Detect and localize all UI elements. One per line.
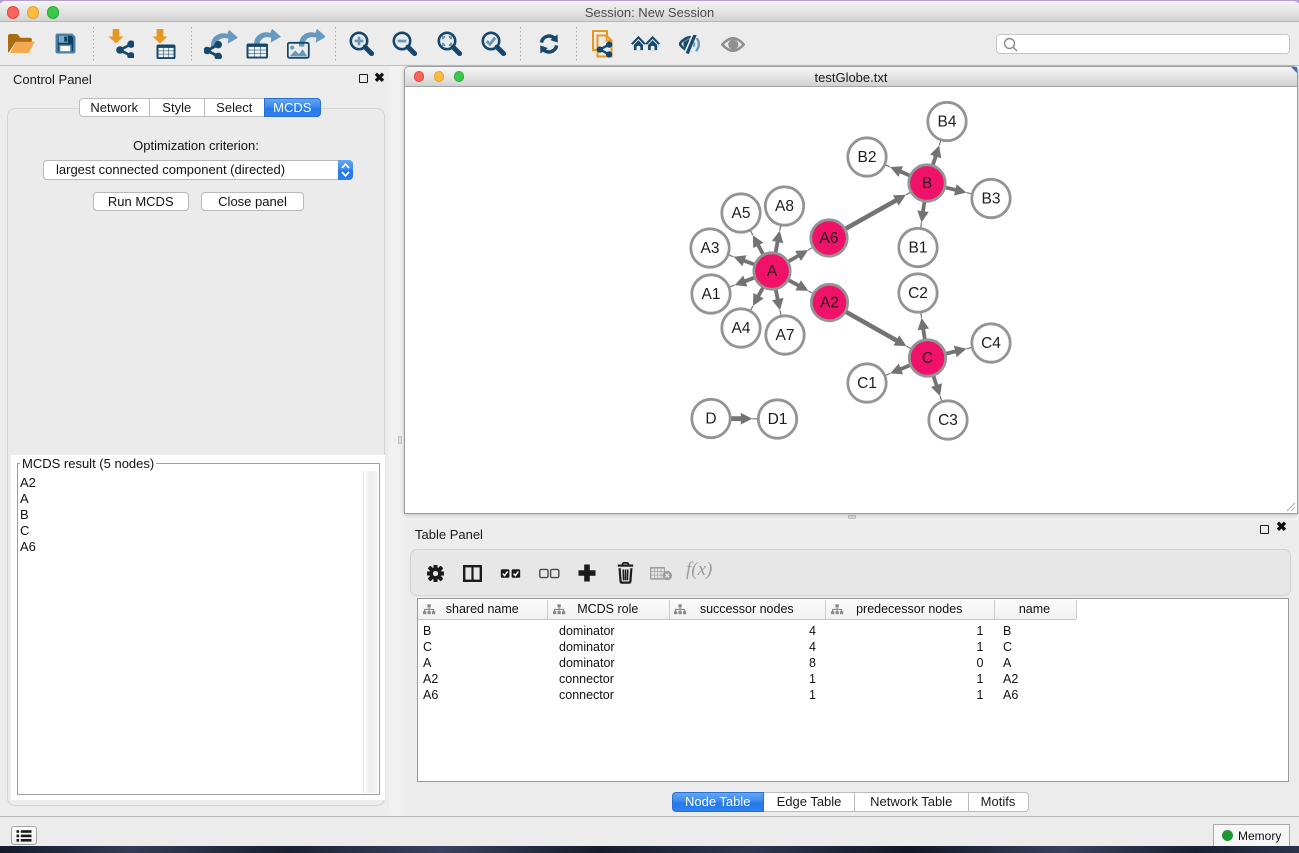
svg-text:D: D <box>705 411 716 428</box>
svg-text:A6: A6 <box>820 230 839 247</box>
svg-text:A2: A2 <box>820 295 839 312</box>
svg-text:C: C <box>922 350 933 367</box>
svg-text:A1: A1 <box>702 286 721 303</box>
svg-text:D1: D1 <box>768 411 788 428</box>
svg-text:C2: C2 <box>908 285 928 302</box>
svg-text:A: A <box>767 263 778 280</box>
svg-text:A8: A8 <box>775 198 794 215</box>
svg-text:C1: C1 <box>857 375 877 392</box>
svg-text:B1: B1 <box>909 240 928 257</box>
svg-text:C3: C3 <box>938 412 958 429</box>
svg-text:A5: A5 <box>732 205 751 222</box>
svg-text:A7: A7 <box>776 327 795 344</box>
svg-text:A4: A4 <box>732 320 751 337</box>
svg-text:B2: B2 <box>858 149 877 166</box>
svg-text:B3: B3 <box>982 191 1001 208</box>
svg-text:B: B <box>922 175 932 192</box>
svg-text:B4: B4 <box>938 114 957 131</box>
svg-text:C4: C4 <box>981 335 1001 352</box>
svg-text:A3: A3 <box>701 240 720 257</box>
